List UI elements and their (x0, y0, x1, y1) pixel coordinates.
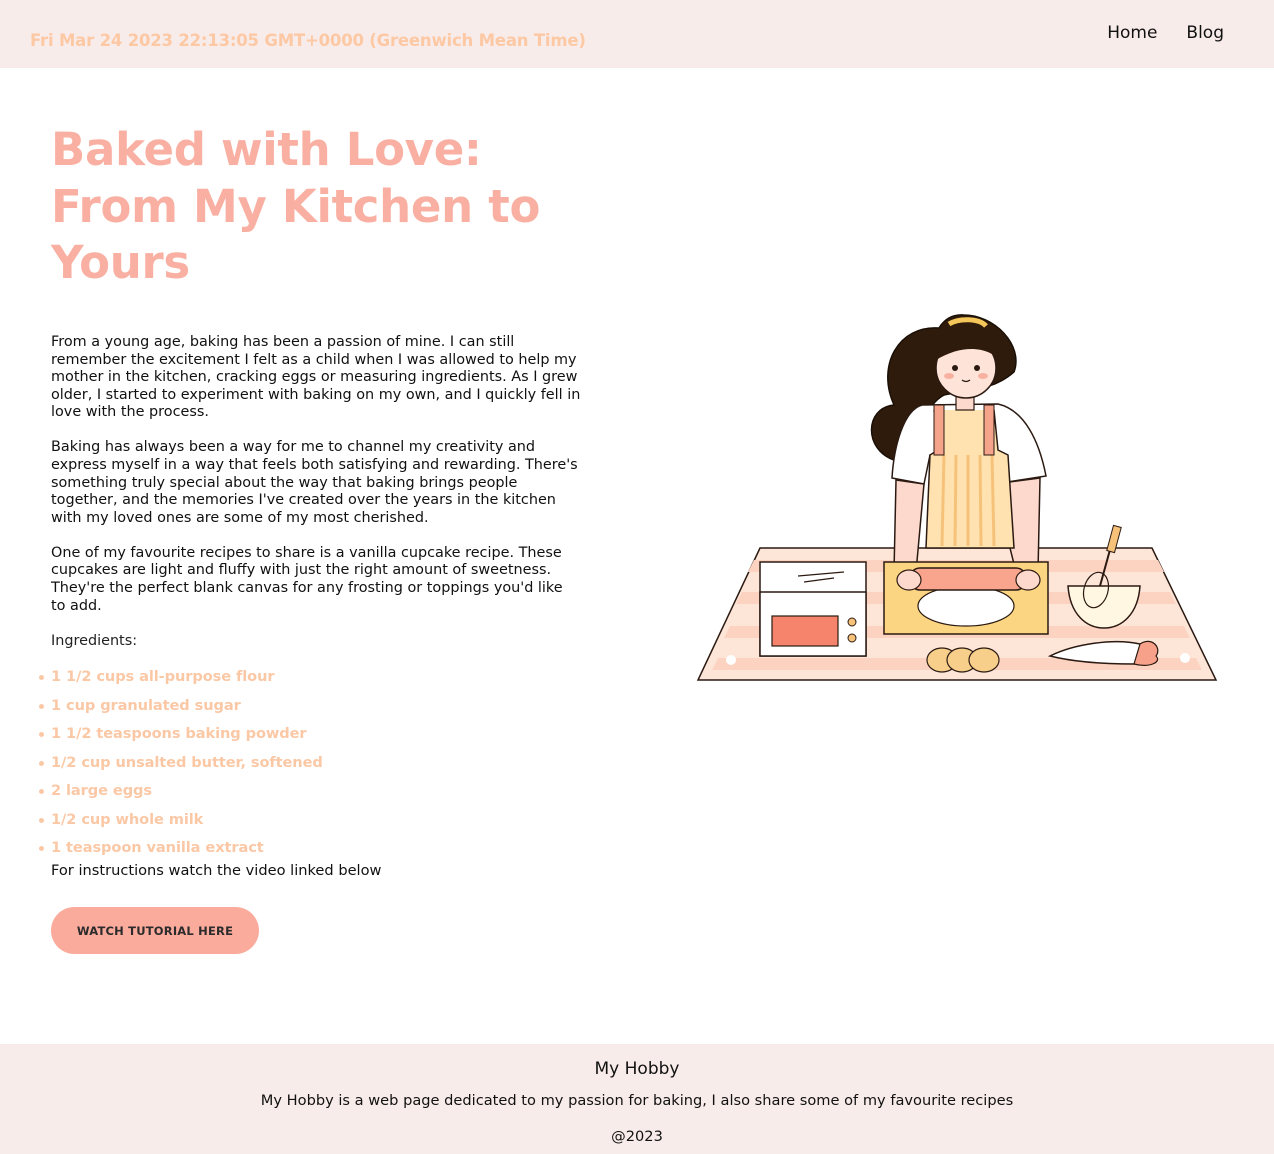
current-datetime: Fri Mar 24 2023 22:13:05 GMT+0000 (Green… (30, 31, 586, 50)
page-footer: My Hobby My Hobby is a web page dedicate… (0, 1044, 1274, 1154)
intro-paragraph-1: From a young age, baking has been a pass… (51, 334, 581, 421)
intro-paragraph-2: Baking has always been a way for me to c… (51, 439, 578, 526)
list-item: 1 cup granulated sugar (39, 692, 323, 721)
list-item: 2 large eggs (39, 777, 323, 806)
instructions-text: For instructions watch the video linked … (51, 862, 382, 879)
footer-description: My Hobby is a web page dedicated to my p… (260, 1092, 1014, 1109)
list-item: 1/2 cup whole milk (39, 806, 323, 835)
footer-title: My Hobby (594, 1059, 680, 1079)
intro-paragraph-3: One of my favourite recipes to share is … (51, 544, 563, 614)
intro-content: From a young age, baking has been a pass… (51, 334, 581, 632)
page-title: Baked with Love: From My Kitchen to Your… (51, 123, 541, 289)
list-item: 1 1/2 teaspoons baking powder (39, 720, 323, 749)
nav-link-blog[interactable]: Blog (1186, 23, 1224, 43)
list-item: 1 teaspoon vanilla extract (39, 834, 323, 863)
list-item: 1 1/2 cups all-purpose flour (39, 663, 323, 692)
baking-woman-illustration (696, 314, 1218, 681)
ingredients-heading: Ingredients: (51, 633, 138, 649)
footer-copyright: @2023 (611, 1128, 663, 1145)
top-bar: Fri Mar 24 2023 22:13:05 GMT+0000 (Green… (0, 0, 1274, 68)
nav-link-home[interactable]: Home (1107, 23, 1157, 43)
ingredients-list: 1 1/2 cups all-purpose flour 1 cup granu… (39, 663, 323, 863)
watch-tutorial-button[interactable]: WATCH TUTORIAL HERE (51, 907, 259, 954)
list-item: 1/2 cup unsalted butter, softened (39, 749, 323, 778)
main-nav: Home Blog (1107, 23, 1224, 43)
